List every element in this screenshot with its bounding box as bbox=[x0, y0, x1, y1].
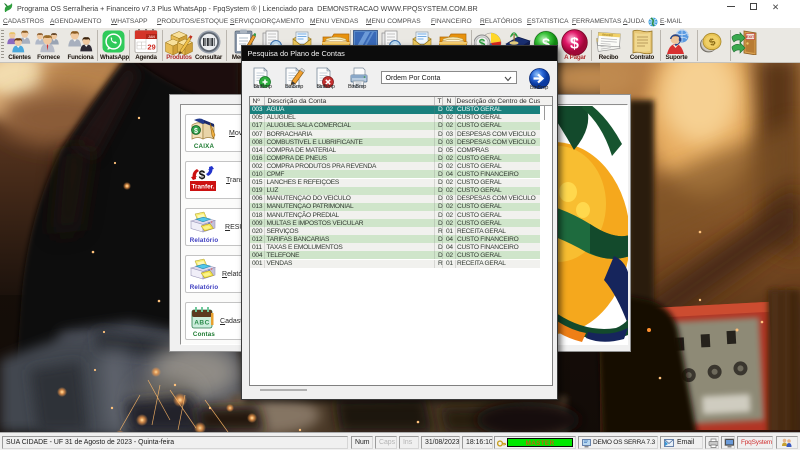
svg-text:EXIT: EXIT bbox=[746, 35, 755, 39]
svg-text:JAN: JAN bbox=[148, 35, 155, 39]
svg-text:Tranfer.: Tranfer. bbox=[191, 184, 214, 191]
svg-text:ABC: ABC bbox=[194, 320, 210, 327]
svg-text:$: $ bbox=[199, 168, 206, 182]
svg-text:$: $ bbox=[570, 36, 579, 53]
svg-text:$: $ bbox=[194, 128, 198, 135]
svg-text:RECIBO: RECIBO bbox=[602, 33, 614, 38]
svg-text:29: 29 bbox=[147, 43, 155, 52]
